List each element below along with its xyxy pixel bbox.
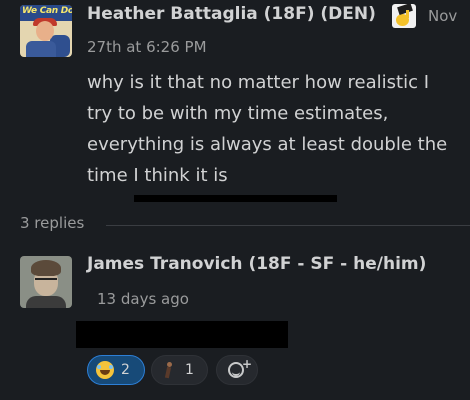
reaction-walking[interactable]: 1 [151,355,208,385]
graduation-cap-icon [392,4,416,28]
message-body: why is it that no matter how realistic I… [87,72,448,186]
reaction-count: 1 [185,362,194,378]
sender-avatar[interactable]: We Can Do It! [20,5,72,57]
sender-name[interactable]: Heather Battaglia (18F) (DEN) [87,4,376,24]
divider [106,225,470,226]
add-reaction-button[interactable]: + [216,355,258,385]
reply-avatar[interactable] [20,256,72,308]
redaction-bar [134,195,337,202]
reaction-count: 2 [121,362,130,378]
reply-sender-name[interactable]: James Tranovich (18F - SF - he/him) [87,254,426,274]
reply-timestamp[interactable]: 13 days ago [97,290,189,308]
person-walking-emoji-icon [160,361,178,379]
joy-emoji-icon [96,361,114,379]
message-timestamp[interactable]: 27th at 6:26 PM [87,38,207,56]
plus-icon: + [242,357,253,371]
header-date: Nov [428,7,458,25]
reaction-joy[interactable]: 2 [87,355,145,385]
avatar-text: We Can Do It! [22,6,72,16]
redacted-reply-text [76,321,288,348]
replies-count: 3 replies [20,214,85,232]
